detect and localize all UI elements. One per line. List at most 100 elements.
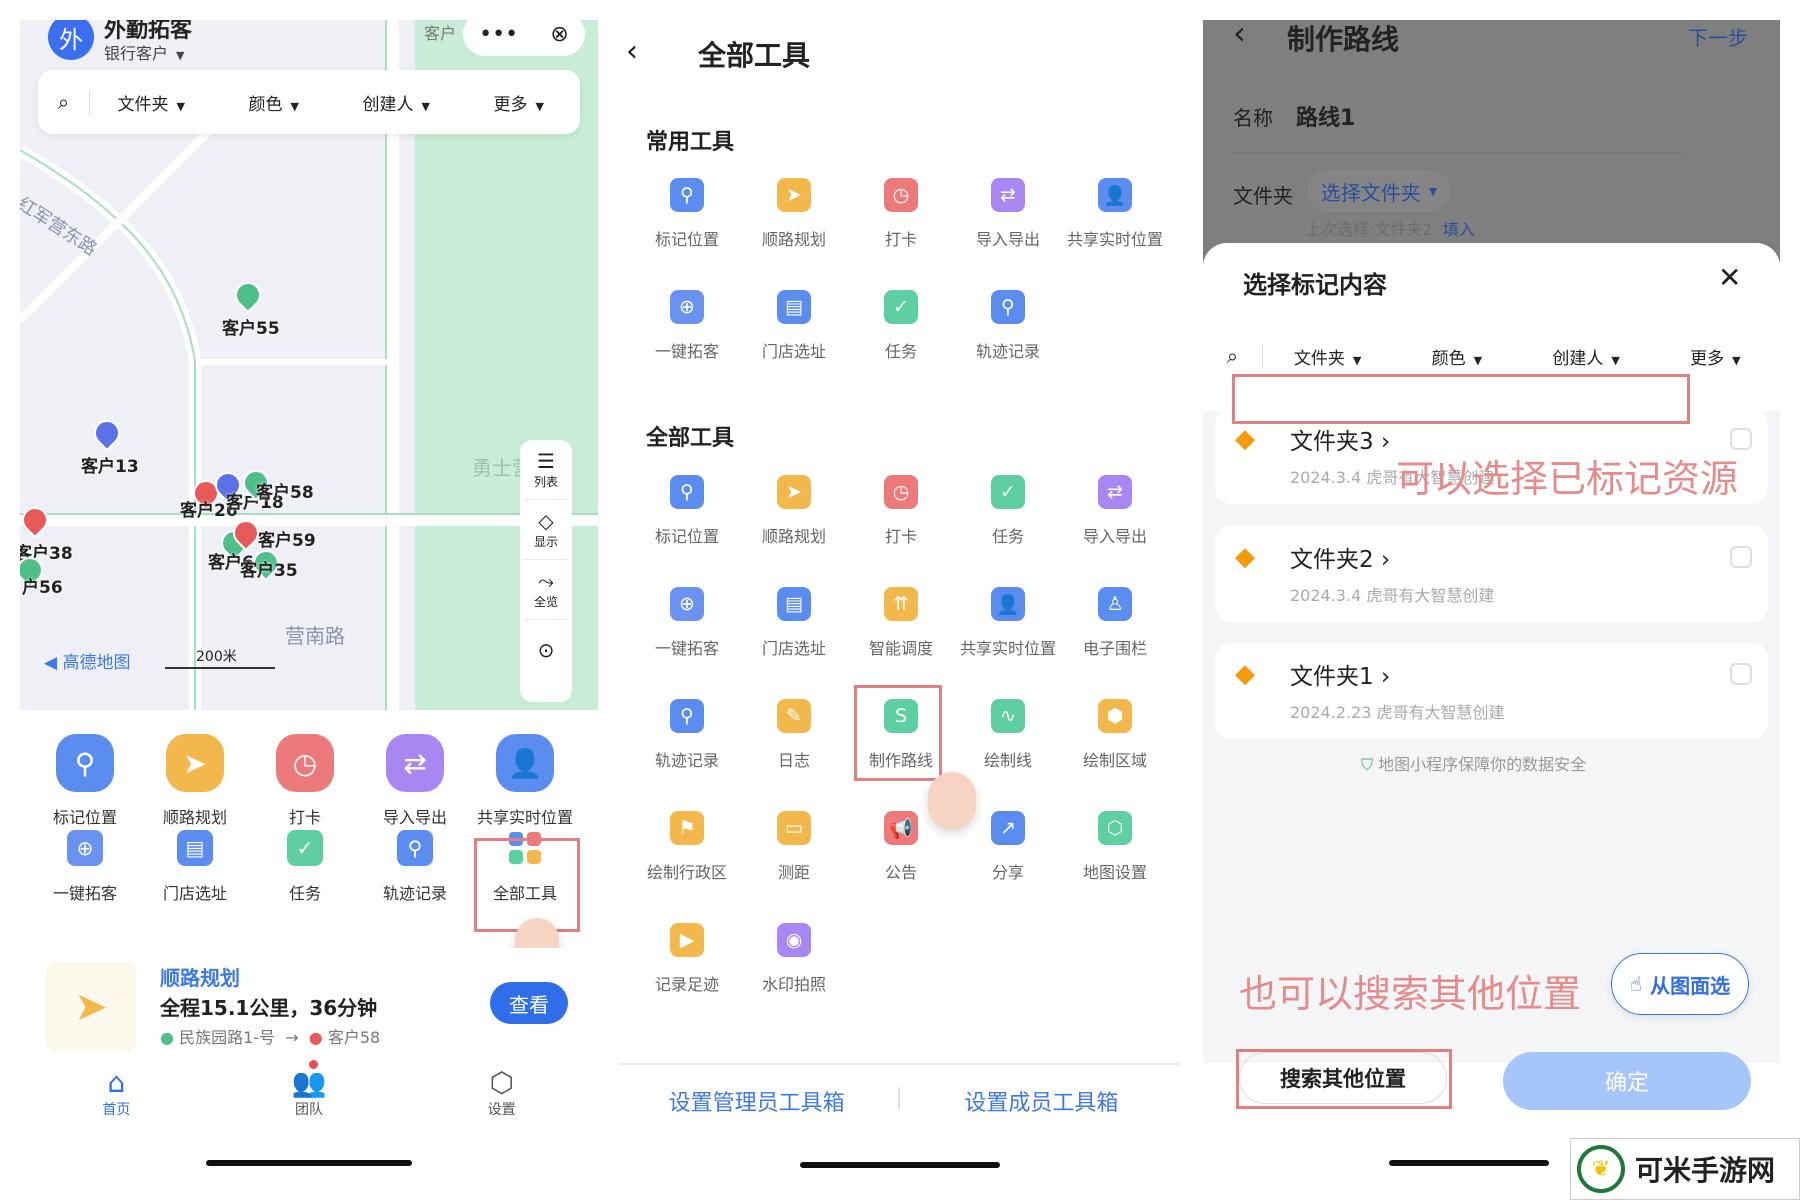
tab-home[interactable]: ⌂ 首页 — [20, 1052, 213, 1142]
map-label: 客户 — [424, 24, 457, 43]
highlight-box — [854, 685, 942, 781]
checkbox[interactable] — [1730, 428, 1752, 450]
tool-任务[interactable]: ✓ 任务 — [250, 830, 360, 904]
home-indicator — [800, 1162, 1000, 1168]
tool-导入导出[interactable]: ⇄ 导入导出 — [953, 178, 1063, 250]
search-icon[interactable]: ⌕ — [1203, 344, 1263, 368]
admin-toolbox-link[interactable]: 设置管理员工具箱 — [618, 1085, 895, 1117]
tool-icon: ➤ — [777, 475, 811, 509]
tool-icon: ⚲ — [991, 290, 1025, 324]
tool-label: 绘制线 — [983, 751, 1032, 770]
tool-日志[interactable]: ✎ 日志 — [739, 699, 849, 771]
tool-共享实时位置[interactable]: 👤 共享实时位置 — [953, 587, 1063, 659]
folder-item[interactable]: ◆ 文件夹2 › 2024.3.4 虎哥有大智慧创建 — [1215, 526, 1768, 622]
tool-打卡[interactable]: ◷ 打卡 — [846, 178, 956, 250]
tool-任务[interactable]: ✓ 任务 — [953, 475, 1063, 547]
tool-一键拓客[interactable]: ⊕ 一键拓客 — [632, 587, 742, 659]
tool-标记位置[interactable]: ⚲ 标记位置 — [30, 734, 140, 828]
confirm-button[interactable]: 确定 — [1503, 1052, 1751, 1110]
tool-绘制行政区[interactable]: ⚑ 绘制行政区 — [632, 811, 742, 883]
tool-任务[interactable]: ✓ 任务 — [846, 290, 956, 362]
tool-轨迹记录[interactable]: ⚲ 轨迹记录 — [953, 290, 1063, 362]
name-field[interactable]: 路线1 — [1296, 100, 1355, 132]
tool-绘制区域[interactable]: ⬢ 绘制区域 — [1060, 699, 1170, 771]
tab-team[interactable]: 👥 团队 — [213, 1052, 406, 1142]
more-icon[interactable]: ••• — [479, 22, 518, 47]
tool-打卡[interactable]: ◷ 打卡 — [846, 475, 956, 547]
fill-link[interactable]: 填入 — [1443, 220, 1475, 239]
filter-more[interactable]: 更多 ▼ — [458, 90, 581, 115]
notification-dot — [308, 1060, 318, 1069]
filter-creator[interactable]: 创建人 ▼ — [1522, 344, 1651, 369]
tool-门店选址[interactable]: ▤ 门店选址 — [140, 830, 250, 904]
select-from-map-button[interactable]: ☝ 从图面选 — [1611, 953, 1749, 1015]
corn-logo-icon: ❦ — [1577, 1145, 1625, 1193]
filter-creator[interactable]: 创建人 ▼ — [335, 90, 458, 115]
tool-icon: ✓ — [287, 830, 323, 866]
tool-轨迹记录[interactable]: ⚲ 轨迹记录 — [360, 830, 470, 904]
route-summary: 全程15.1公里，36分钟 — [160, 996, 378, 1020]
tool-共享实时位置[interactable]: 👤 共享实时位置 — [1060, 178, 1170, 250]
tool-标记位置[interactable]: ⚲ 标记位置 — [632, 178, 742, 250]
tool-顺路规划[interactable]: ➤ 顺路规划 — [739, 475, 849, 547]
back-icon[interactable]: ‹ — [1233, 20, 1246, 52]
security-note: ⛉ 地图小程序保障你的数据安全 — [1361, 755, 1587, 774]
route-card[interactable]: ➤ 顺路规划 全程15.1公里，36分钟 ● 民族园路1-号 → ● 客户58 … — [30, 948, 588, 1058]
filter-folder[interactable]: 文件夹 ▼ — [90, 90, 213, 115]
tool-一键拓客[interactable]: ⊕ 一键拓客 — [632, 290, 742, 362]
folder-select[interactable]: 选择文件夹 ▼ — [1307, 170, 1451, 212]
checkbox[interactable] — [1730, 546, 1752, 568]
tool-导入导出[interactable]: ⇄ 导入导出 — [360, 734, 470, 828]
dimmed-form: ‹ 制作路线 下一步 名称 路线1 文件夹 选择文件夹 ▼ 上次选择:文件夹2 填… — [1203, 20, 1780, 280]
filter-color[interactable]: 颜色 ▼ — [213, 90, 336, 115]
shield-icon: ⛉ — [1361, 755, 1374, 774]
tool-记录足迹[interactable]: ▶ 记录足迹 — [632, 923, 742, 995]
tool-绘制线[interactable]: ∿ 绘制线 — [953, 699, 1063, 771]
tool-智能调度[interactable]: ⇈ 智能调度 — [846, 587, 956, 659]
tool-门店选址[interactable]: ▤ 门店选址 — [739, 290, 849, 362]
tool-label: 一键拓客 — [654, 639, 719, 658]
tool-打卡[interactable]: ◷ 打卡 — [250, 734, 360, 828]
checkbox[interactable] — [1730, 663, 1752, 685]
tool-顺路规划[interactable]: ➤ 顺路规划 — [739, 178, 849, 250]
account-switch[interactable]: 银行客户 ▼ — [104, 40, 184, 64]
tool-icon: 👤 — [991, 587, 1025, 621]
tool-水印拍照[interactable]: ◉ 水印拍照 — [739, 923, 849, 995]
tool-一键拓客[interactable]: ⊕ 一键拓客 — [30, 830, 140, 904]
tool-共享实时位置[interactable]: 👤 共享实时位置 — [470, 734, 580, 828]
last-choice: 上次选择:文件夹2 填入 — [1305, 220, 1475, 239]
tool-门店选址[interactable]: ▤ 门店选址 — [739, 587, 849, 659]
highlight-box — [1232, 374, 1690, 424]
tool-轨迹记录[interactable]: ⚲ 轨迹记录 — [632, 699, 742, 771]
tab-settings[interactable]: ⬡ 设置 — [405, 1052, 598, 1142]
tool-标记位置[interactable]: ⚲ 标记位置 — [632, 475, 742, 547]
map-view[interactable]: 外 外勤拓客 银行客户 ▼ 客户 ••• ⊗ ⌕ 文件夹 ▼ 颜色 ▼ 创建人 ▼ 更多 ▼… — [20, 20, 598, 710]
tool-顺路规划[interactable]: ➤ 顺路规划 — [140, 734, 250, 828]
filter-more[interactable]: 更多 ▼ — [1651, 344, 1780, 369]
close-icon[interactable]: ✕ — [1718, 261, 1741, 294]
tool-icon: ∿ — [991, 699, 1025, 733]
overview-button[interactable]: ⤳ 全览 — [524, 560, 568, 620]
display-button[interactable]: ◇ 显示 — [524, 500, 568, 560]
list-button[interactable]: ☰ 列表 — [524, 440, 568, 500]
page-title: 全部工具 — [698, 39, 811, 72]
view-route-button[interactable]: 查看 — [490, 982, 568, 1024]
tool-导入导出[interactable]: ⇄ 导入导出 — [1060, 475, 1170, 547]
next-step-button[interactable]: 下一步 — [1688, 22, 1748, 51]
tool-icon: ♙ — [1098, 587, 1132, 621]
tool-电子围栏[interactable]: ♙ 电子围栏 — [1060, 587, 1170, 659]
tool-label: 门店选址 — [761, 342, 826, 361]
close-circle-icon[interactable]: ⊗ — [550, 22, 568, 47]
locate-button[interactable]: ⊙ — [524, 620, 568, 680]
tab-bar: ⌂ 首页 👥 团队 ⬡ 设置 — [20, 1052, 598, 1142]
filter-color[interactable]: 颜色 ▼ — [1392, 344, 1521, 369]
search-icon[interactable]: ⌕ — [38, 90, 90, 114]
tool-地图设置[interactable]: ⬡ 地图设置 — [1060, 811, 1170, 883]
tool-测距[interactable]: ▭ 测距 — [739, 811, 849, 883]
back-icon[interactable]: ‹ — [626, 34, 638, 69]
annotation-select-marked: 可以选择已标记资源 — [1396, 457, 1739, 501]
member-toolbox-link[interactable]: 设置成员工具箱 — [903, 1085, 1180, 1117]
tool-label: 任务 — [884, 342, 917, 361]
folder-item[interactable]: ◆ 文件夹1 › 2024.2.23 虎哥有大智慧创建 — [1215, 643, 1768, 739]
filter-folder[interactable]: 文件夹 ▼ — [1263, 344, 1392, 369]
